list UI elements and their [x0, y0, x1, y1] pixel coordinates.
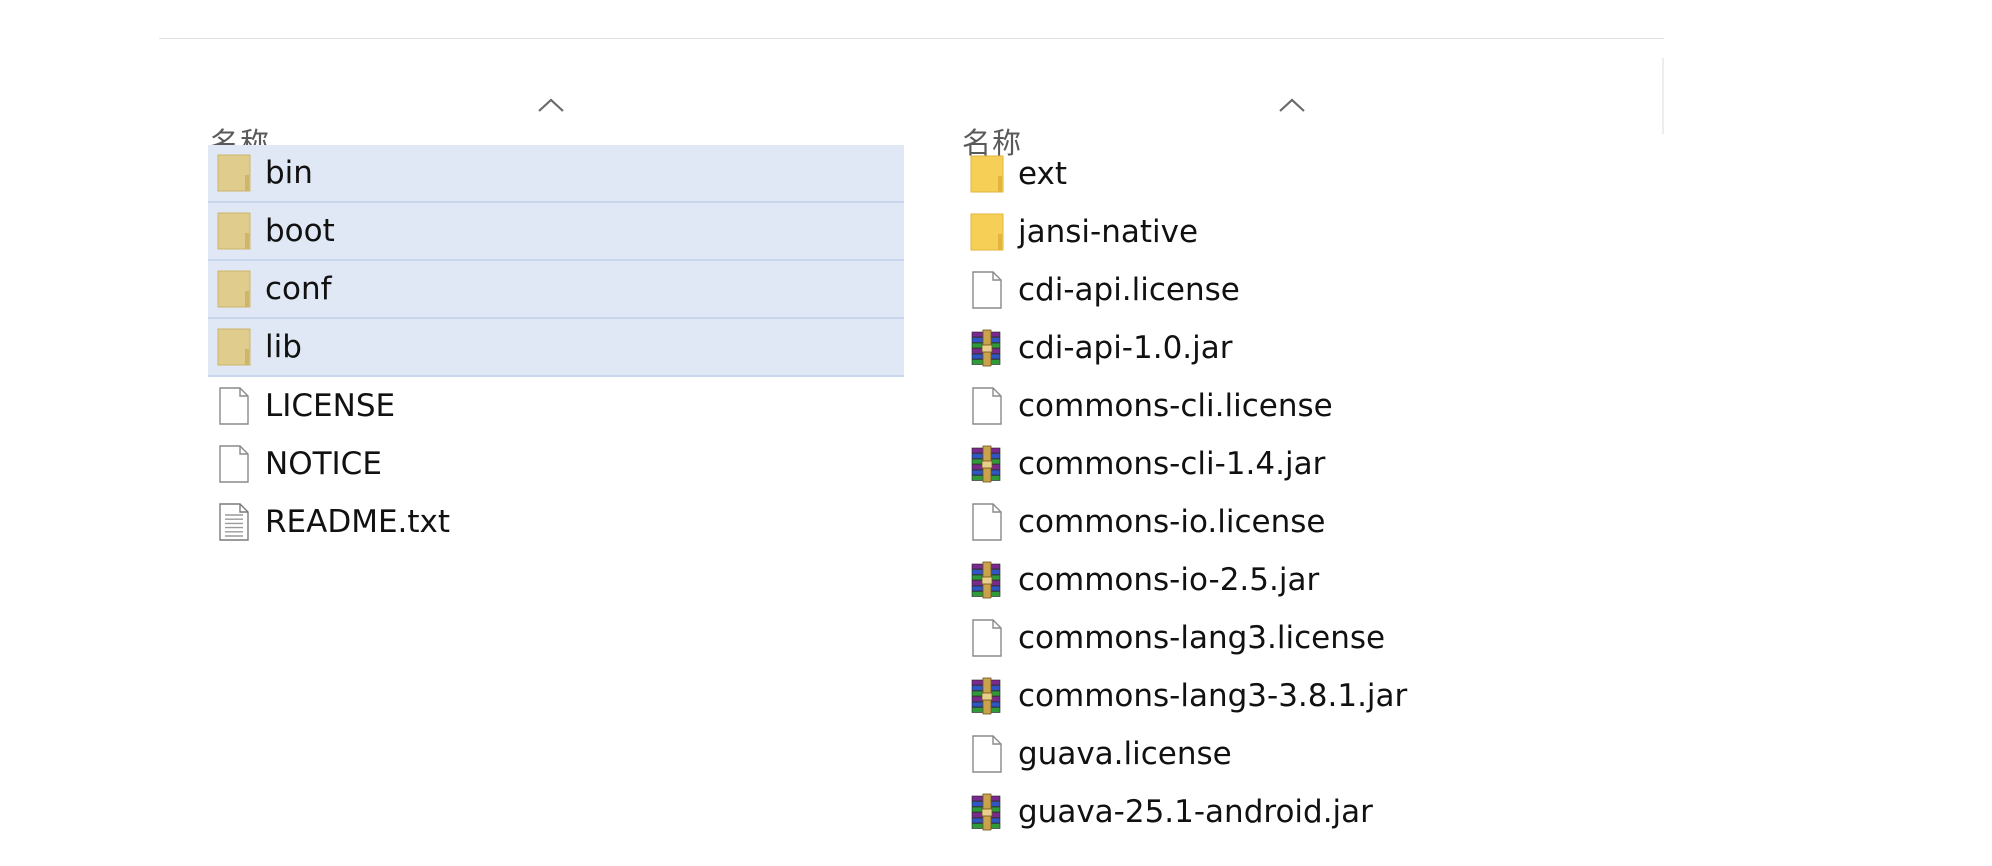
- file-row[interactable]: commons-cli-1.4.jar: [961, 435, 1661, 493]
- file-row[interactable]: commons-lang3-3.8.1.jar: [961, 667, 1661, 725]
- file-row[interactable]: LICENSE: [208, 377, 904, 435]
- file-row[interactable]: commons-cli.license: [961, 377, 1661, 435]
- archive-icon: [969, 560, 1005, 600]
- file-icon: [969, 270, 1005, 310]
- folder-icon: [216, 153, 252, 193]
- archive-icon: [969, 444, 1005, 484]
- file-name: bin: [265, 155, 313, 191]
- file-icon: [969, 502, 1005, 542]
- folder-icon: [216, 327, 252, 367]
- folder-icon: [216, 211, 252, 251]
- file-name: guava.license: [1018, 736, 1232, 772]
- folder-icon: [969, 212, 1005, 252]
- file-icon: [969, 734, 1005, 774]
- archive-icon: [969, 676, 1005, 716]
- file-name: README.txt: [265, 504, 451, 540]
- file-row[interactable]: lib: [208, 319, 904, 377]
- file-row[interactable]: jansi-native: [961, 203, 1661, 261]
- file-row[interactable]: README.txt: [208, 493, 904, 551]
- file-name: jansi-native: [1018, 214, 1199, 250]
- column-header-row[interactable]: 名称: [159, 42, 904, 160]
- top-border: [159, 38, 904, 39]
- file-icon: [216, 444, 252, 484]
- file-name: cdi-api.license: [1018, 272, 1240, 308]
- file-row[interactable]: guava.license: [961, 725, 1661, 783]
- file-icon: [969, 618, 1005, 658]
- file-row[interactable]: cdi-api-1.0.jar: [961, 319, 1661, 377]
- file-name: commons-cli.license: [1018, 388, 1333, 424]
- file-list: bin boot conf lib LICENSE NOTICE README.txt: [208, 145, 904, 551]
- sort-ascending-icon[interactable]: [1277, 94, 1307, 116]
- file-name: lib: [265, 329, 302, 365]
- file-name: boot: [265, 213, 335, 249]
- archive-icon: [969, 792, 1005, 832]
- file-row[interactable]: cdi-api.license: [961, 261, 1661, 319]
- file-name: LICENSE: [265, 388, 396, 424]
- top-border: [904, 38, 1664, 39]
- file-row[interactable]: ext: [961, 145, 1661, 203]
- file-name: NOTICE: [265, 446, 382, 482]
- file-name: ext: [1018, 156, 1068, 192]
- file-name: conf: [265, 271, 332, 307]
- file-name: guava-25.1-android.jar: [1018, 794, 1373, 830]
- file-list: ext jansi-native cdi-api.license cdi-api-1.…: [961, 145, 1661, 841]
- left-file-pane: 名称 bin boot conf lib LICENSE NOTICE README.txt: [159, 0, 904, 866]
- file-name: cdi-api-1.0.jar: [1018, 330, 1233, 366]
- file-name: commons-lang3.license: [1018, 620, 1386, 656]
- column-header-row[interactable]: 名称: [904, 42, 1664, 160]
- file-name: commons-lang3-3.8.1.jar: [1018, 678, 1408, 714]
- column-divider[interactable]: [1662, 58, 1664, 134]
- folder-icon: [216, 269, 252, 309]
- folder-icon: [969, 154, 1005, 194]
- file-name: commons-io-2.5.jar: [1018, 562, 1320, 598]
- file-row[interactable]: commons-io-2.5.jar: [961, 551, 1661, 609]
- archive-icon: [969, 328, 1005, 368]
- file-name: commons-cli-1.4.jar: [1018, 446, 1326, 482]
- file-row[interactable]: conf: [208, 261, 904, 319]
- text-file-icon: [216, 502, 252, 542]
- file-row[interactable]: commons-lang3.license: [961, 609, 1661, 667]
- file-row[interactable]: guava-25.1-android.jar: [961, 783, 1661, 841]
- file-row[interactable]: commons-io.license: [961, 493, 1661, 551]
- file-row[interactable]: boot: [208, 203, 904, 261]
- file-row[interactable]: bin: [208, 145, 904, 203]
- file-row[interactable]: NOTICE: [208, 435, 904, 493]
- right-file-pane: 名称 ext jansi-native cdi-api.license cdi-api…: [904, 0, 1664, 866]
- sort-ascending-icon[interactable]: [536, 94, 566, 116]
- file-icon: [969, 386, 1005, 426]
- file-icon: [216, 386, 252, 426]
- file-name: commons-io.license: [1018, 504, 1326, 540]
